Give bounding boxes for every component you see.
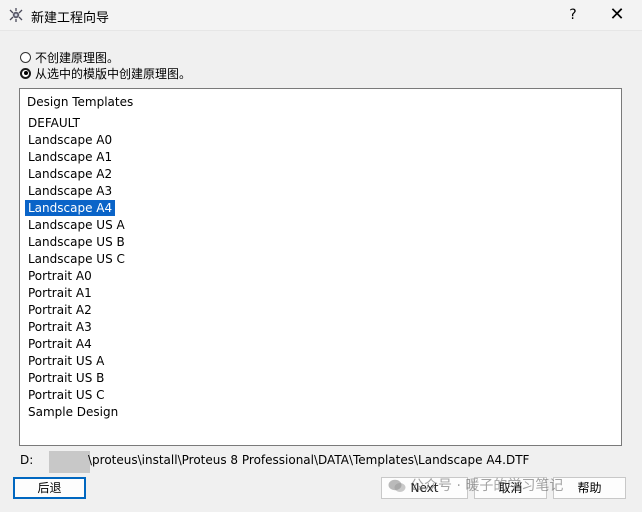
list-item[interactable]: Portrait A2: [25, 302, 95, 318]
list-item-selected[interactable]: Landscape A4: [25, 200, 116, 216]
list-item[interactable]: Portrait US C: [25, 387, 108, 403]
list-item[interactable]: Portrait A0: [25, 268, 95, 284]
list-item[interactable]: Portrait US A: [25, 353, 107, 369]
radio-circle-icon[interactable]: [20, 51, 31, 63]
radio-label: 不创建原理图。: [35, 50, 120, 65]
list-item[interactable]: Landscape US A: [25, 217, 128, 233]
window-title: 新建工程向导: [31, 11, 110, 26]
list-item[interactable]: Sample Design: [25, 404, 121, 420]
list-item[interactable]: Landscape US B: [25, 234, 128, 250]
list-item[interactable]: Landscape A3: [25, 183, 115, 199]
list-item[interactable]: Landscape A1: [25, 149, 115, 165]
radio-label: 从选中的模版中创建原理图。: [35, 66, 192, 81]
list-item[interactable]: Portrait A4: [25, 336, 95, 352]
title-bar: 新建工程向导 ? ✕: [0, 0, 642, 31]
template-list[interactable]: Design Templates DEFAULT Landscape A0 La…: [19, 88, 622, 446]
list-item[interactable]: DEFAULT: [25, 115, 83, 131]
close-button[interactable]: ✕: [596, 0, 638, 30]
help-button[interactable]: 帮助: [553, 477, 626, 499]
list-item[interactable]: Landscape A0: [25, 132, 115, 148]
redaction-block: [49, 451, 90, 473]
path-text: \proteus\install\Proteus 8 Professional\…: [88, 453, 530, 467]
radio-no-schematic[interactable]: 不创建原理图。: [20, 49, 119, 65]
list-item[interactable]: Portrait US B: [25, 370, 107, 386]
cancel-button[interactable]: 取消: [474, 477, 547, 499]
next-button[interactable]: Next: [381, 477, 468, 499]
list-header: Design Templates: [27, 95, 134, 109]
proteus-app-icon: [9, 8, 23, 22]
path-drive: D:: [20, 453, 34, 467]
list-item[interactable]: Portrait A3: [25, 319, 95, 335]
list-item[interactable]: Landscape A2: [25, 166, 115, 182]
radio-checked-icon[interactable]: [20, 67, 31, 79]
list-item[interactable]: Landscape US C: [25, 251, 128, 267]
back-button[interactable]: 后退: [13, 477, 86, 499]
list-item[interactable]: Portrait A1: [25, 285, 95, 301]
radio-from-template[interactable]: 从选中的模版中创建原理图。: [20, 65, 191, 81]
help-title-button[interactable]: ?: [556, 0, 590, 30]
